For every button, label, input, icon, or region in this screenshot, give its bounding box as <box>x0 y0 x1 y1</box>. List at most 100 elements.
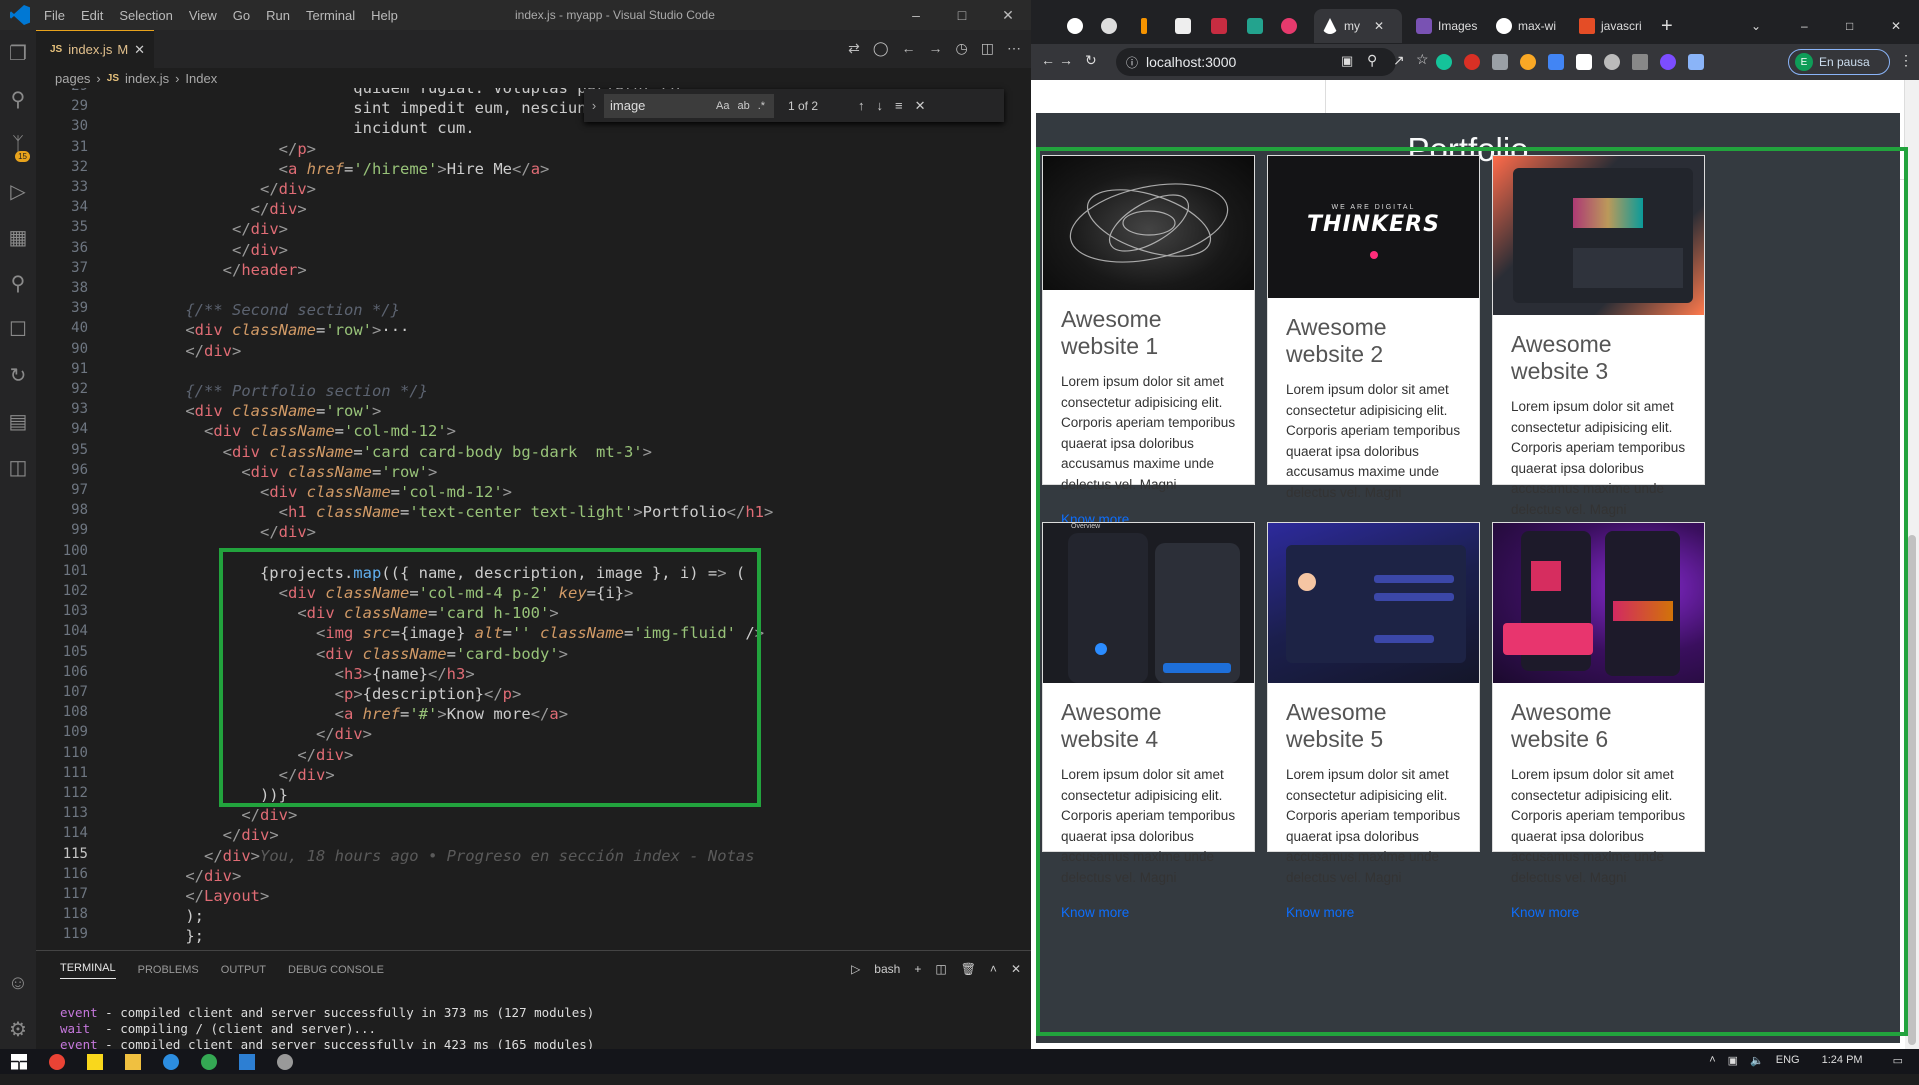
extension-purple-icon[interactable] <box>1660 54 1676 70</box>
tab-terminal[interactable]: TERMINAL <box>60 962 116 979</box>
menu-edit[interactable]: Edit <box>81 8 103 23</box>
profile-button[interactable]: E En pausa <box>1788 49 1890 75</box>
scrollbar[interactable] <box>1905 80 1919 1049</box>
prev-change-icon[interactable]: ← <box>902 40 916 57</box>
tab-favicon-6[interactable] <box>1247 9 1269 43</box>
split-editor-icon[interactable]: ◫ <box>981 40 994 57</box>
compare-icon[interactable]: ⇄ <box>848 40 860 57</box>
source-control-icon[interactable]: ᛉ 15 <box>0 122 36 168</box>
menu-run[interactable]: Run <box>266 8 290 23</box>
extension-blue-icon[interactable] <box>1548 54 1564 70</box>
arrow-down-icon[interactable]: ↓ <box>877 98 884 114</box>
tab-problems[interactable]: PROBLEMS <box>138 964 199 976</box>
app-taskbar-icon[interactable] <box>277 1053 293 1070</box>
menu-help[interactable]: Help <box>371 8 398 23</box>
notes-icon[interactable]: ▤ <box>0 398 36 444</box>
tab-debug-console[interactable]: DEBUG CONSOLE <box>288 964 384 976</box>
breadcrumb-pages[interactable]: pages <box>55 71 90 86</box>
vscode-taskbar-icon[interactable] <box>239 1053 255 1070</box>
tab-output[interactable]: OUTPUT <box>221 964 266 976</box>
tab-favicon-7[interactable] <box>1281 9 1303 43</box>
tab-my-app[interactable]: my ✕ <box>1314 9 1402 43</box>
file-explorer-icon[interactable] <box>125 1053 141 1070</box>
settings-gear-icon[interactable]: ⚙ <box>0 1006 36 1052</box>
tab-favicon-5[interactable] <box>1211 9 1233 43</box>
know-more-link[interactable]: Know more <box>1286 905 1461 920</box>
testing-icon[interactable]: ⚲ <box>0 260 36 306</box>
extension-red-icon[interactable] <box>1464 54 1480 70</box>
chevron-down-icon[interactable]: ⌄ <box>1751 9 1761 43</box>
notification-icon[interactable]: ▭ <box>1893 1054 1903 1067</box>
menu-selection[interactable]: Selection <box>119 8 172 23</box>
run-debug-icon[interactable]: ▷ <box>0 168 36 214</box>
remote-icon[interactable]: ↻ <box>0 352 36 398</box>
chrome-icon[interactable] <box>201 1053 217 1070</box>
tab-javascript[interactable]: javascri <box>1579 9 1642 43</box>
browser-close-icon[interactable]: ✕ <box>1891 9 1901 43</box>
zoom-icon[interactable]: ⚲ <box>1367 52 1377 69</box>
tab-close-icon[interactable]: ✕ <box>134 42 145 58</box>
extension-pen-icon[interactable] <box>1632 54 1648 70</box>
puzzle-icon[interactable] <box>1688 54 1704 70</box>
menu-terminal[interactable]: Terminal <box>306 8 355 23</box>
start-icon[interactable] <box>11 1053 27 1070</box>
know-more-link[interactable]: Know more <box>1061 905 1236 920</box>
stack-icon[interactable]: ◫ <box>0 444 36 490</box>
clock[interactable]: 1:24 PM <box>1822 1054 1863 1067</box>
new-terminal-icon[interactable]: + <box>914 962 921 976</box>
regex-toggle[interactable]: .* <box>758 100 765 112</box>
tab-favicon-3[interactable] <box>1141 9 1153 43</box>
share-icon[interactable]: ↗ <box>1393 52 1405 69</box>
bookmark-star-icon[interactable]: ☆ <box>1416 51 1429 68</box>
tab-favicon-2[interactable] <box>1101 9 1123 43</box>
breadcrumb-symbol[interactable]: Index <box>185 71 217 86</box>
extension-new-icon[interactable] <box>1576 54 1592 70</box>
close-tab-icon[interactable]: ✕ <box>1374 19 1384 33</box>
extensions-icon[interactable]: ▦ <box>0 214 36 260</box>
menu-go[interactable]: Go <box>233 8 250 23</box>
terminal-shell[interactable]: bash <box>874 962 900 976</box>
firefox-icon[interactable] <box>163 1053 179 1070</box>
new-tab-icon[interactable]: + <box>1661 9 1673 43</box>
volume-icon[interactable]: 🔈 <box>1750 1054 1764 1067</box>
chrome-menu-icon[interactable]: ⋮ <box>1899 52 1913 69</box>
toggle-replace-icon[interactable]: › <box>584 98 604 113</box>
close-icon[interactable]: ✕ <box>985 7 1031 24</box>
tab-favicon-4[interactable] <box>1175 9 1197 43</box>
minimize-icon[interactable]: – <box>893 7 939 23</box>
find-in-selection-icon[interactable]: ≡ <box>895 98 903 114</box>
code-editor[interactable]: 29 quidem fugiat. Voluptas pariatur co29… <box>36 88 1031 950</box>
bookmarks-icon[interactable]: ☐ <box>0 306 36 352</box>
chevron-up-icon[interactable]: ˄ <box>990 962 997 976</box>
search-icon[interactable]: ⚲ <box>0 76 36 122</box>
chrome-taskbar-icon[interactable] <box>49 1053 65 1070</box>
extension-grey-icon[interactable] <box>1492 54 1508 70</box>
back-icon[interactable]: ← <box>1041 52 1055 68</box>
tab-index-js[interactable]: JS index.js M ✕ <box>36 30 154 68</box>
google-tab-icon[interactable] <box>1067 9 1089 43</box>
whole-word-toggle[interactable]: ab <box>737 100 749 112</box>
address-bar[interactable]: ⓘ localhost:3000 <box>1116 48 1396 76</box>
maximize-icon[interactable]: □ <box>939 7 985 23</box>
extension-orange-icon[interactable] <box>1520 54 1536 70</box>
translate-icon[interactable]: ▣ <box>1341 53 1353 69</box>
menu-view[interactable]: View <box>189 8 217 23</box>
scrollbar-thumb[interactable] <box>1908 535 1916 1045</box>
chevron-up-icon[interactable]: ˄ <box>1709 1054 1715 1067</box>
language-indicator[interactable]: ENG <box>1776 1054 1800 1067</box>
match-case-toggle[interactable]: Aa <box>716 100 729 112</box>
network-icon[interactable]: ▣ <box>1728 1054 1738 1067</box>
account-icon[interactable]: ☺ <box>0 960 36 1006</box>
reload-icon[interactable]: ↻ <box>1085 52 1097 69</box>
close-find-icon[interactable]: ✕ <box>915 98 926 114</box>
split-terminal-icon[interactable]: ◫ <box>935 962 946 976</box>
close-panel-icon[interactable]: ✕ <box>1011 962 1021 976</box>
more-actions-icon[interactable]: ⋯ <box>1007 40 1021 57</box>
browser-minimize-icon[interactable]: – <box>1801 9 1808 43</box>
explorer-icon[interactable]: ❐ <box>0 30 36 76</box>
extension-circle-icon[interactable] <box>1604 54 1620 70</box>
menu-file[interactable]: File <box>44 8 65 23</box>
sticky-notes-icon[interactable] <box>87 1053 103 1070</box>
git-icon[interactable]: ◯ <box>873 40 889 57</box>
know-more-link[interactable]: Know more <box>1511 905 1686 920</box>
